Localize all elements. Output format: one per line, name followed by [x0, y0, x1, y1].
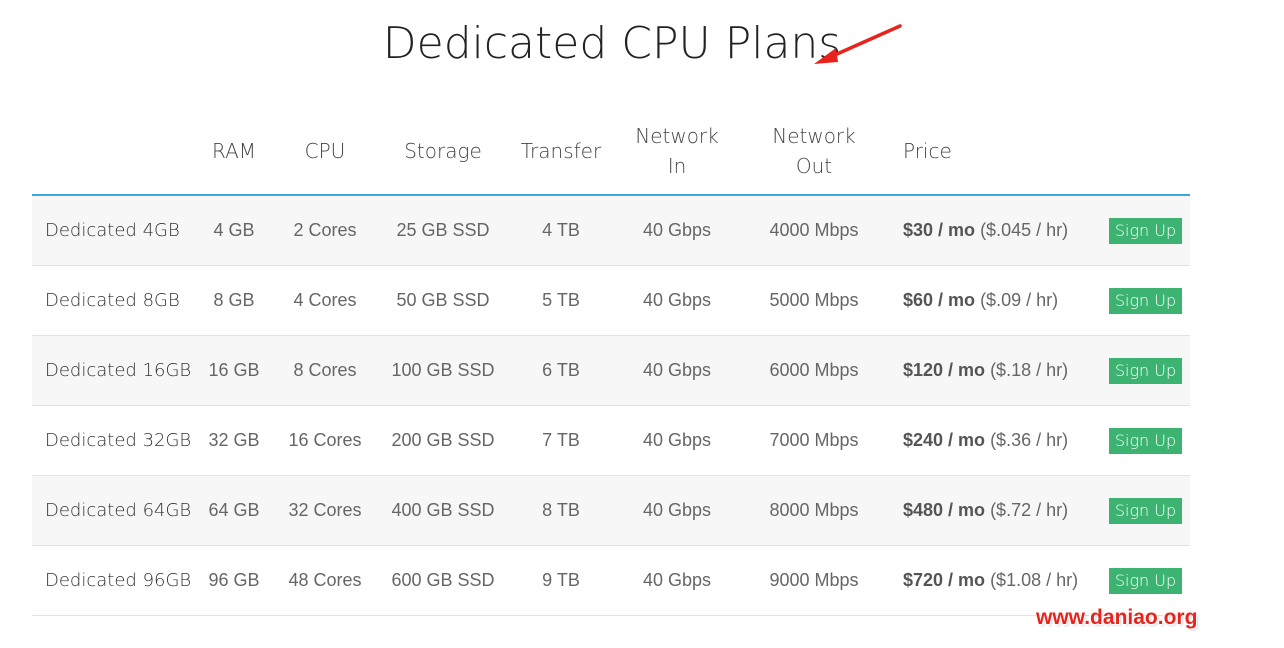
plan-price: $120 / mo ($.18 / hr): [891, 335, 1101, 406]
table-row: Dedicated 8GB 8 GB 4 Cores 50 GB SSD 5 T…: [32, 265, 1190, 336]
plan-action: Sign Up: [1101, 265, 1190, 336]
plan-network-in: 40 Gbps: [617, 475, 737, 546]
plan-action: Sign Up: [1101, 335, 1190, 406]
price-hourly: ($1.08 / hr): [990, 570, 1079, 590]
plan-name: Dedicated 64GB: [32, 475, 199, 546]
plan-price: $480 / mo ($.72 / hr): [891, 475, 1101, 546]
header-price: Price: [891, 108, 1101, 196]
header-network-in-line2: In: [667, 154, 687, 178]
price-monthly: $480 / mo: [903, 500, 986, 520]
plan-name: Dedicated 96GB: [32, 545, 199, 616]
plan-network-in: 40 Gbps: [617, 195, 737, 266]
header-plan: [32, 108, 199, 196]
plan-action: Sign Up: [1101, 545, 1190, 616]
watermark: www.daniao.org: [1036, 606, 1198, 629]
plan-transfer: 5 TB: [505, 265, 617, 336]
plan-ram: 8 GB: [199, 265, 269, 336]
header-transfer: Transfer: [505, 108, 617, 196]
plan-transfer: 4 TB: [505, 195, 617, 266]
plan-ram: 4 GB: [199, 195, 269, 266]
header-network-in-line1: Network: [635, 124, 719, 148]
table-header-row: RAM CPU Storage Transfer Network In Netwo…: [32, 108, 1190, 196]
plan-cpu: 8 Cores: [269, 335, 381, 406]
sign-up-button[interactable]: Sign Up: [1108, 567, 1183, 594]
header-action: [1101, 108, 1190, 196]
plan-network-out: 5000 Mbps: [737, 265, 891, 336]
price-monthly: $720 / mo: [903, 570, 986, 590]
plan-ram: 64 GB: [199, 475, 269, 546]
plan-network-out: 9000 Mbps: [737, 545, 891, 616]
plan-transfer: 7 TB: [505, 405, 617, 476]
table-row: Dedicated 16GB 16 GB 8 Cores 100 GB SSD …: [32, 335, 1190, 406]
header-network-out-line1: Network: [772, 124, 856, 148]
plan-ram: 16 GB: [199, 335, 269, 406]
plan-storage: 200 GB SSD: [381, 405, 505, 476]
plan-ram: 32 GB: [199, 405, 269, 476]
plan-storage: 100 GB SSD: [381, 335, 505, 406]
plan-storage: 25 GB SSD: [381, 195, 505, 266]
plan-cpu: 16 Cores: [269, 405, 381, 476]
plan-name: Dedicated 32GB: [32, 405, 199, 476]
price-monthly: $120 / mo: [903, 360, 986, 380]
price-monthly: $60 / mo: [903, 290, 976, 310]
table-row: Dedicated 96GB 96 GB 48 Cores 600 GB SSD…: [32, 545, 1190, 616]
plan-cpu: 4 Cores: [269, 265, 381, 336]
plan-action: Sign Up: [1101, 405, 1190, 476]
price-hourly: ($.045 / hr): [980, 220, 1069, 240]
table-row: Dedicated 4GB 4 GB 2 Cores 25 GB SSD 4 T…: [32, 195, 1190, 266]
plans-table: RAM CPU Storage Transfer Network In Netwo…: [32, 108, 1190, 616]
plan-price: $240 / mo ($.36 / hr): [891, 405, 1101, 476]
plan-cpu: 32 Cores: [269, 475, 381, 546]
sign-up-button[interactable]: Sign Up: [1108, 287, 1183, 314]
plan-cpu: 2 Cores: [269, 195, 381, 266]
table-row: Dedicated 32GB 32 GB 16 Cores 200 GB SSD…: [32, 405, 1190, 476]
plan-network-in: 40 Gbps: [617, 265, 737, 336]
table-row: Dedicated 64GB 64 GB 32 Cores 400 GB SSD…: [32, 475, 1190, 546]
plan-network-in: 40 Gbps: [617, 545, 737, 616]
annotation-arrow-icon: [814, 24, 902, 64]
plan-storage: 50 GB SSD: [381, 265, 505, 336]
price-monthly: $30 / mo: [903, 220, 976, 240]
plan-name: Dedicated 4GB: [32, 195, 199, 266]
header-cpu: CPU: [269, 108, 381, 196]
page-title: Dedicated CPU Plans: [382, 18, 842, 69]
plan-storage: 400 GB SSD: [381, 475, 505, 546]
plan-name: Dedicated 8GB: [32, 265, 199, 336]
price-monthly: $240 / mo: [903, 430, 986, 450]
plan-name: Dedicated 16GB: [32, 335, 199, 406]
header-storage: Storage: [381, 108, 505, 196]
plan-price: $60 / mo ($.09 / hr): [891, 265, 1101, 336]
plan-storage: 600 GB SSD: [381, 545, 505, 616]
plan-network-out: 4000 Mbps: [737, 195, 891, 266]
plan-action: Sign Up: [1101, 475, 1190, 546]
sign-up-button[interactable]: Sign Up: [1108, 217, 1183, 244]
plan-network-out: 8000 Mbps: [737, 475, 891, 546]
plan-action: Sign Up: [1101, 195, 1190, 266]
plan-price: $720 / mo ($1.08 / hr): [891, 545, 1101, 616]
header-network-out: Network Out: [737, 108, 891, 196]
plan-cpu: 48 Cores: [269, 545, 381, 616]
plan-price: $30 / mo ($.045 / hr): [891, 195, 1101, 266]
header-ram: RAM: [199, 108, 269, 196]
sign-up-button[interactable]: Sign Up: [1108, 427, 1183, 454]
plan-transfer: 9 TB: [505, 545, 617, 616]
plan-ram: 96 GB: [199, 545, 269, 616]
plan-transfer: 8 TB: [505, 475, 617, 546]
plan-network-in: 40 Gbps: [617, 405, 737, 476]
header-network-out-line2: Out: [795, 154, 833, 178]
plan-network-out: 7000 Mbps: [737, 405, 891, 476]
plan-transfer: 6 TB: [505, 335, 617, 406]
sign-up-button[interactable]: Sign Up: [1108, 497, 1183, 524]
price-hourly: ($.09 / hr): [980, 290, 1059, 310]
header-network-in: Network In: [617, 108, 737, 196]
plan-network-out: 6000 Mbps: [737, 335, 891, 406]
price-hourly: ($.72 / hr): [990, 500, 1069, 520]
plan-network-in: 40 Gbps: [617, 335, 737, 406]
price-hourly: ($.18 / hr): [990, 360, 1069, 380]
sign-up-button[interactable]: Sign Up: [1108, 357, 1183, 384]
price-hourly: ($.36 / hr): [990, 430, 1069, 450]
